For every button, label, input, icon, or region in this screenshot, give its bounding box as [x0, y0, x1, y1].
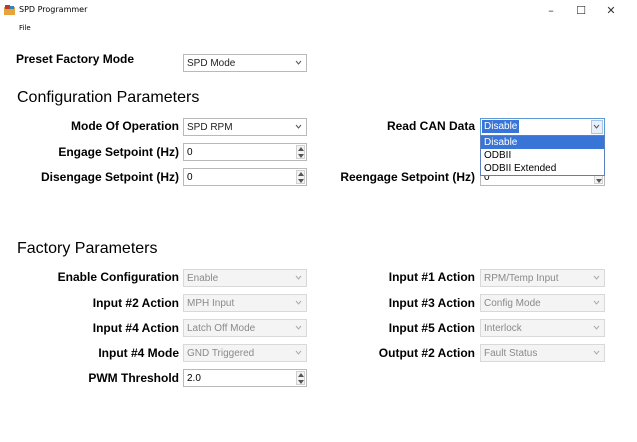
engage-stepper[interactable]: 0	[183, 143, 307, 161]
input5-value: Interlock	[484, 323, 522, 334]
arrow-up-icon	[298, 147, 304, 151]
pwm-stepper[interactable]: 2.0	[183, 369, 307, 387]
chevron-down-icon	[593, 325, 600, 330]
window-title: SPD Programmer	[19, 5, 88, 14]
app-icon	[4, 5, 15, 15]
input4-mode-select[interactable]: GND Triggered	[183, 344, 307, 362]
chevron-down-icon	[295, 275, 302, 280]
input5-select[interactable]: Interlock	[480, 319, 605, 337]
input5-label: Input #5 Action	[388, 321, 475, 335]
mode-value: SPD RPM	[187, 122, 233, 133]
title-bar: SPD Programmer – ☐ ✕	[0, 0, 637, 22]
chevron-down-icon	[593, 350, 600, 355]
input1-select[interactable]: RPM/Temp Input	[480, 269, 605, 287]
enable-config-value: Enable	[187, 273, 219, 284]
menu-file[interactable]: File	[19, 24, 31, 32]
output2-value: Fault Status	[484, 348, 538, 359]
mode-select[interactable]: SPD RPM	[183, 118, 307, 136]
dropdown-option-odbii[interactable]: ODBII	[481, 149, 604, 162]
dropdown-option-odbii-extended[interactable]: ODBII Extended	[481, 162, 604, 175]
input4-mode-value: GND Triggered	[187, 348, 255, 359]
arrow-down-icon	[298, 380, 304, 384]
arrow-up-icon	[298, 172, 304, 176]
input4-label: Input #4 Action	[92, 321, 179, 335]
factory-heading: Factory Parameters	[17, 240, 158, 257]
pwm-value: 2.0	[187, 373, 201, 384]
chevron-down-icon	[295, 60, 302, 65]
enable-config-select[interactable]: Enable	[183, 269, 307, 287]
stepper-buttons[interactable]	[296, 170, 305, 184]
chevron-down-icon	[593, 275, 600, 280]
arrow-up-icon	[298, 373, 304, 377]
mode-label: Mode Of Operation	[71, 119, 179, 133]
read-can-label: Read CAN Data	[386, 119, 475, 133]
minimize-button[interactable]: –	[536, 2, 566, 20]
stepper-buttons[interactable]	[296, 371, 305, 385]
arrow-down-icon	[298, 154, 304, 158]
output2-select[interactable]: Fault Status	[480, 344, 605, 362]
chevron-down-icon	[295, 325, 302, 330]
enable-config-label: Enable Configuration	[57, 270, 179, 284]
disengage-value: 0	[187, 172, 193, 183]
input4-select[interactable]: Latch Off Mode	[183, 319, 307, 337]
input4-value: Latch Off Mode	[187, 323, 256, 334]
preset-value: SPD Mode	[187, 58, 236, 69]
input1-value: RPM/Temp Input	[484, 273, 559, 284]
engage-label: Engage Setpoint (Hz)	[58, 145, 179, 159]
close-button[interactable]: ✕	[596, 2, 626, 20]
read-can-value: Disable	[482, 120, 520, 133]
preset-select[interactable]: SPD Mode	[183, 54, 307, 72]
chevron-down-icon	[295, 300, 302, 305]
input1-label: Input #1 Action	[388, 270, 475, 284]
read-can-select[interactable]: Disable	[480, 118, 605, 136]
preset-label: Preset Factory Mode	[16, 52, 135, 66]
chevron-down-icon	[295, 350, 302, 355]
dropdown-option-disable[interactable]: Disable	[481, 136, 604, 149]
input2-value: MPH Input	[187, 298, 235, 309]
maximize-button[interactable]: ☐	[566, 2, 596, 20]
output2-label: Output #2 Action	[378, 346, 475, 360]
arrow-down-icon	[298, 179, 304, 183]
input3-label: Input #3 Action	[388, 296, 475, 310]
input3-select[interactable]: Config Mode	[480, 294, 605, 312]
disengage-stepper[interactable]: 0	[183, 168, 307, 186]
menu-bar: File	[0, 22, 637, 36]
input4-mode-label: Input #4 Mode	[98, 346, 179, 360]
chevron-down-icon	[295, 124, 302, 129]
config-heading: Configuration Parameters	[17, 89, 200, 106]
arrow-down-icon	[596, 179, 602, 183]
input3-value: Config Mode	[484, 298, 541, 309]
engage-value: 0	[187, 147, 193, 158]
pwm-label: PWM Threshold	[88, 371, 179, 385]
chevron-down-icon	[593, 124, 600, 129]
chevron-down-icon	[593, 300, 600, 305]
read-can-dropdown-list: Disable ODBII ODBII Extended	[480, 135, 605, 176]
input2-select[interactable]: MPH Input	[183, 294, 307, 312]
stepper-buttons[interactable]	[296, 145, 305, 159]
reengage-label: Reengage Setpoint (Hz)	[340, 170, 475, 184]
input2-label: Input #2 Action	[92, 296, 179, 310]
disengage-label: Disengage Setpoint (Hz)	[40, 170, 179, 184]
